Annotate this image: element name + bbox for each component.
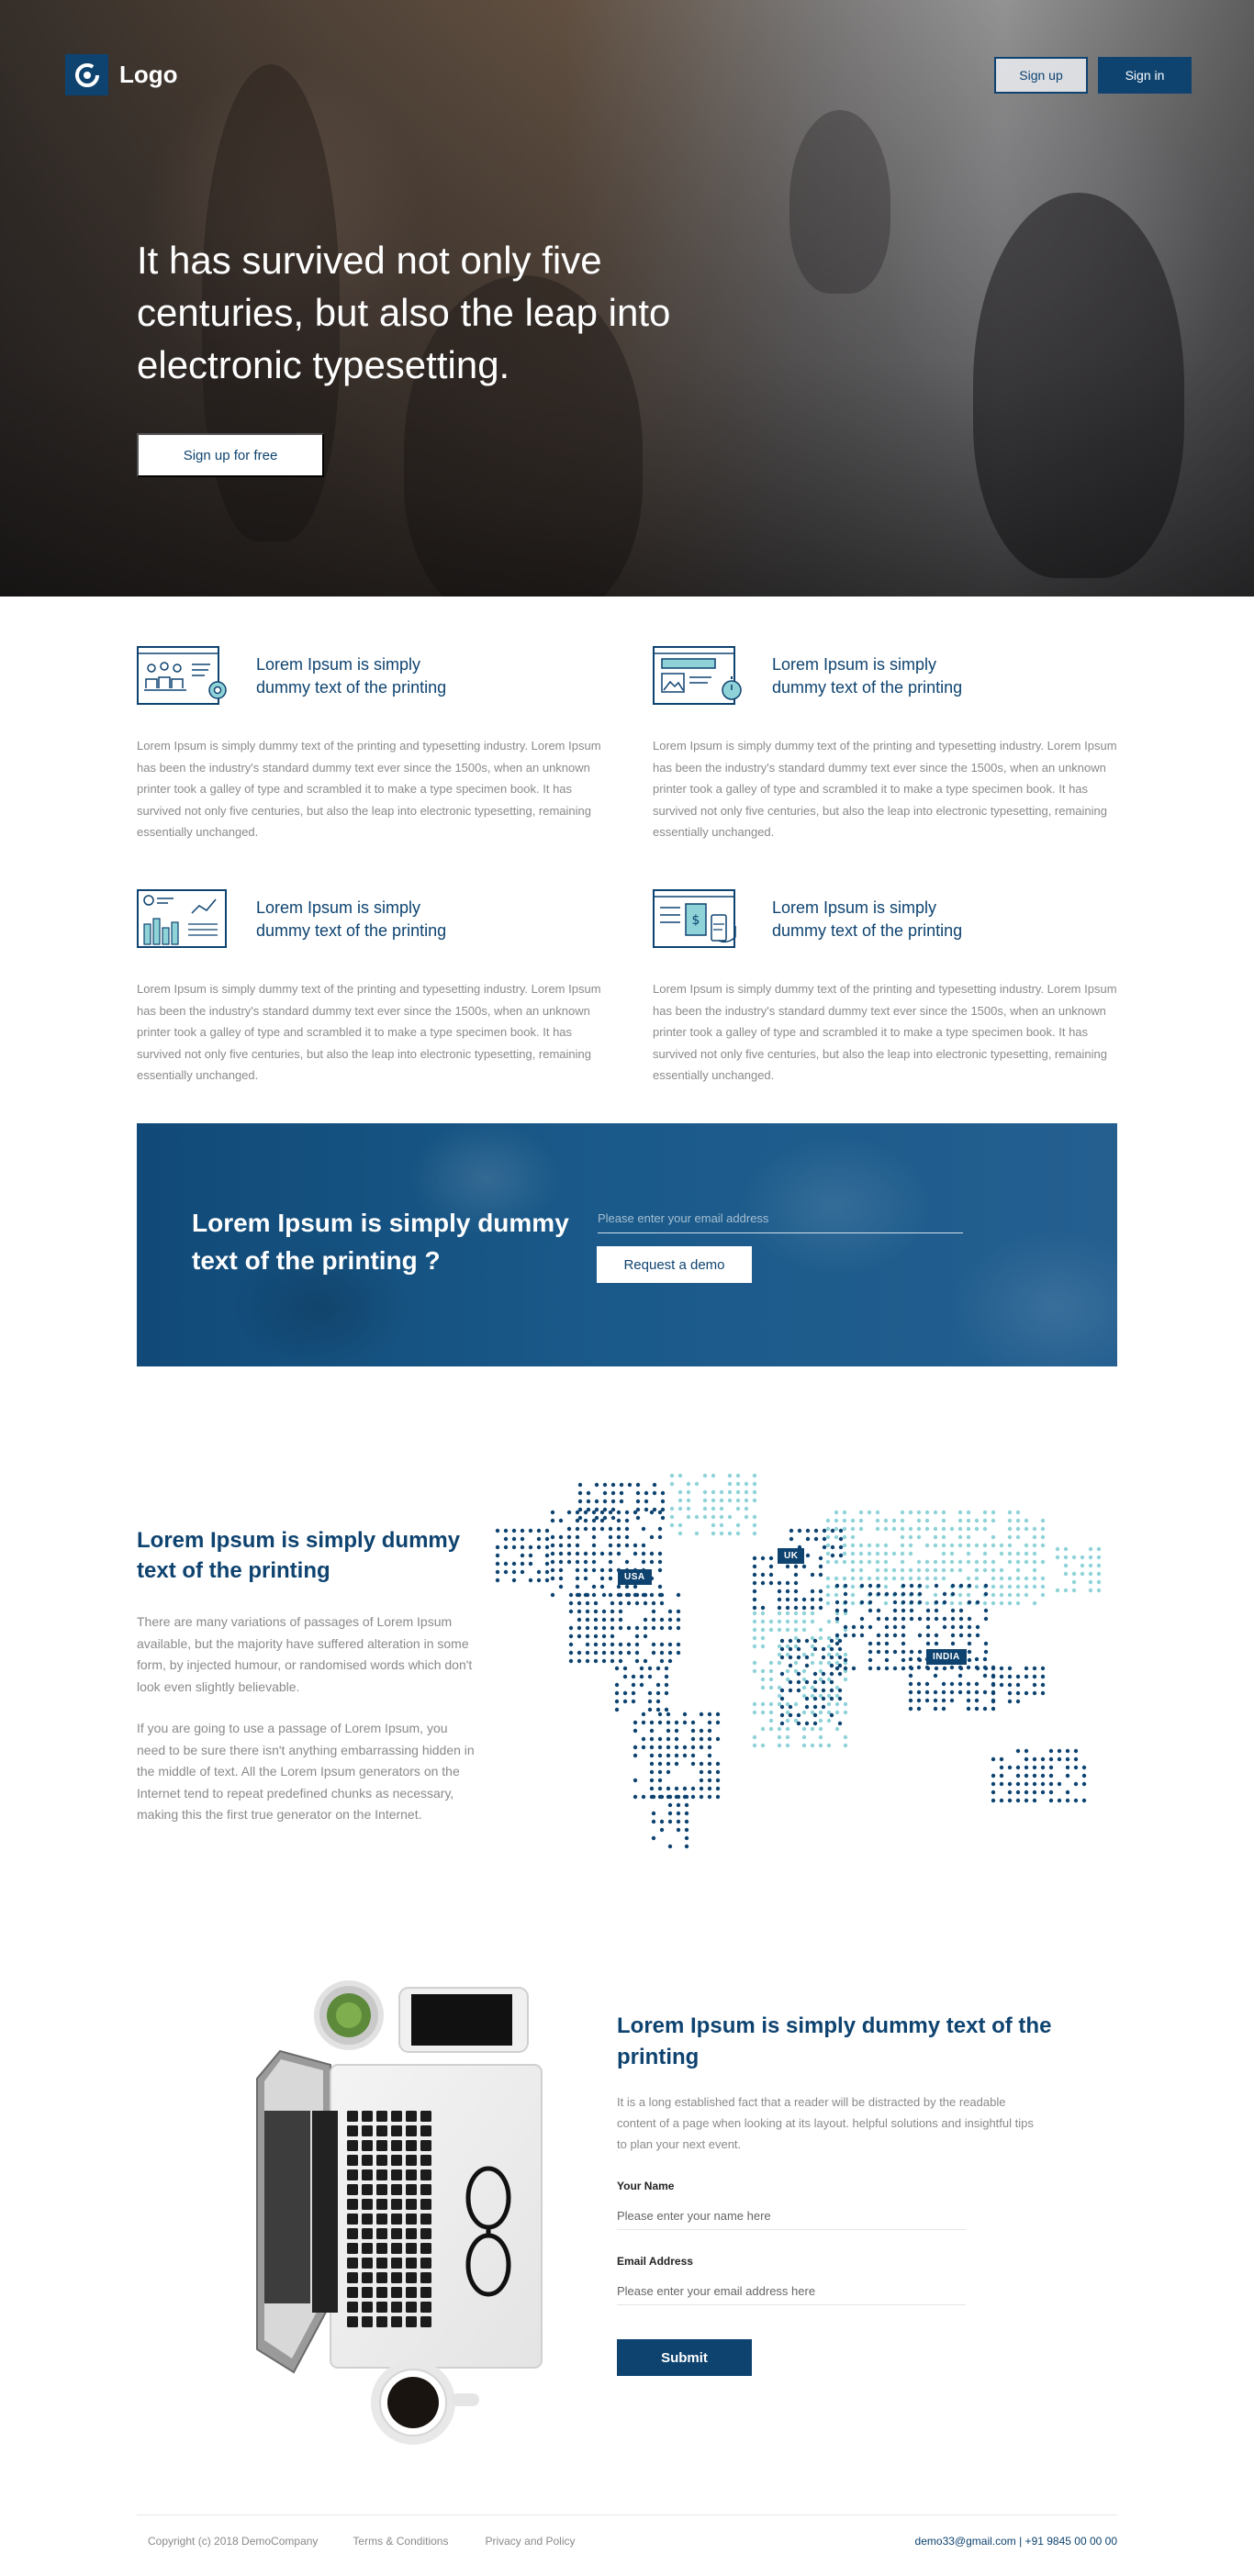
contact-form: Lorem Ipsum is simply dummy text of the … <box>617 2011 1058 2376</box>
demo-title: Lorem Ipsum is simply dummy text of the … <box>192 1209 569 1275</box>
map-text-block: Lorem Ipsum is simply dummy text of the … <box>137 1525 476 1826</box>
hero-title: It has survived not only five centuries,… <box>137 239 671 386</box>
map-label-usa: USA <box>618 1569 652 1585</box>
svg-text:$: $ <box>692 913 700 928</box>
screen-stopwatch-icon <box>653 646 742 705</box>
feature-body: Lorem Ipsum is simply dummy text of the … <box>137 739 601 839</box>
demo-banner: Lorem Ipsum is simply dummy text of the … <box>137 1123 1117 1366</box>
signin-button[interactable]: Sign in <box>1098 57 1192 94</box>
footer-contact-info: demo33@gmail.com | +91 9845 00 00 00 <box>914 2535 1117 2548</box>
team-presentation-icon <box>137 646 227 705</box>
map-paragraph: If you are going to use a passage of Lor… <box>137 1721 475 1822</box>
logo-text: Logo <box>119 61 178 88</box>
feature-body: Lorem Ipsum is simply dummy text of the … <box>653 982 1117 1082</box>
hero-audience-figure <box>973 193 1184 578</box>
submit-button[interactable]: Submit <box>617 2339 752 2376</box>
map-label-india: INDIA <box>926 1649 967 1665</box>
map-dots <box>495 1473 1102 1849</box>
logo[interactable]: Logo <box>65 54 178 95</box>
contact-description: It is a long established fact that a rea… <box>617 2095 1034 2151</box>
feature-title: Lorem Ipsum is simply dummy text of the … <box>256 898 447 940</box>
request-demo-button[interactable]: Request a demo <box>597 1246 752 1283</box>
hero-audience-figure <box>789 110 890 294</box>
feature-card: Lorem Ipsum is simply dummy text of the … <box>653 644 1130 843</box>
feature-card: Lorem Ipsum is simply dummy text of the … <box>137 644 614 843</box>
feature-body: Lorem Ipsum is simply dummy text of the … <box>653 739 1117 839</box>
terms-link[interactable]: Terms & Conditions <box>353 2535 448 2548</box>
privacy-link[interactable]: Privacy and Policy <box>485 2535 575 2548</box>
feature-body: Lorem Ipsum is simply dummy text of the … <box>137 982 601 1082</box>
feature-title: Lorem Ipsum is simply dummy text of the … <box>256 655 447 697</box>
desk-illustration <box>256 1980 543 2445</box>
header-nav: Sign up Sign in <box>994 57 1192 94</box>
feature-title: Lorem Ipsum is simply dummy text of the … <box>772 898 963 940</box>
name-field-label: Your Name <box>617 2180 675 2192</box>
map-paragraph: There are many variations of passages of… <box>137 1614 473 1694</box>
footer: Copyright (c) 2018 DemoCompany Terms & C… <box>148 2535 1117 2548</box>
logo-mark-icon <box>65 54 108 95</box>
contact-title: Lorem Ipsum is simply dummy text of the … <box>617 2013 1052 2069</box>
signup-button[interactable]: Sign up <box>994 57 1088 94</box>
feature-card: $ Lorem Ipsum is simply dummy text of th… <box>653 887 1130 1087</box>
world-dot-map <box>495 1473 1102 1849</box>
demo-email-input[interactable] <box>598 1204 963 1233</box>
feature-title: Lorem Ipsum is simply dummy text of the … <box>772 655 963 697</box>
feature-card: Lorem Ipsum is simply dummy text of the … <box>137 887 614 1087</box>
copyright-text: Copyright (c) 2018 DemoCompany <box>148 2535 319 2548</box>
name-field[interactable] <box>617 2202 966 2230</box>
map-section-title: Lorem Ipsum is simply dummy text of the … <box>137 1528 461 1583</box>
email-field[interactable] <box>617 2278 966 2305</box>
payment-card-icon: $ <box>653 889 736 948</box>
analytics-chart-icon <box>137 889 227 948</box>
email-field-label: Email Address <box>617 2255 693 2268</box>
signup-free-button[interactable]: Sign up for free <box>137 433 324 477</box>
map-label-uk: UK <box>778 1548 805 1564</box>
